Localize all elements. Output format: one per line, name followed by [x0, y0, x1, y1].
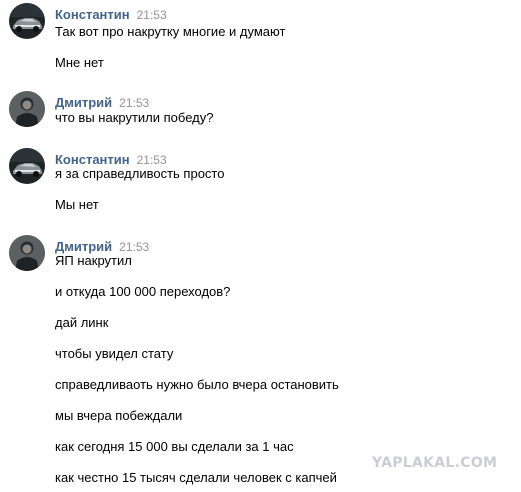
author-name[interactable]: Дмитрий — [55, 95, 112, 110]
message-time: 21:53 — [119, 240, 150, 254]
message-time: 21:53 — [119, 96, 150, 110]
message-text: чтобы увидел стату — [55, 346, 174, 361]
message-time: 21:53 — [136, 8, 167, 22]
message-time: 21:53 — [136, 153, 167, 167]
chat-history: Константин 21:53 Так вот про накрутку мно… — [0, 0, 521, 492]
message-text: мы вчера побеждали — [55, 408, 183, 423]
car-avatar-icon[interactable] — [9, 148, 45, 184]
author-name[interactable]: Константин — [55, 152, 130, 167]
message-text: Так вот про накрутку многие и думают — [55, 24, 286, 39]
message-header: Дмитрий 21:53 — [55, 95, 149, 111]
watermark-logo: YAPLAKAL.COM — [372, 455, 498, 471]
person-avatar-icon[interactable] — [9, 91, 45, 127]
message-text: справедливаоть нужно было вчера останови… — [55, 377, 339, 392]
author-name[interactable]: Дмитрий — [55, 239, 112, 254]
message-text: я за справедливость просто — [55, 166, 225, 181]
message-text: как честно 15 тысяч сделали человек с ка… — [55, 470, 337, 485]
message-text: Мы нет — [55, 197, 99, 212]
message-text: как сегодня 15 000 вы сделали за 1 час — [55, 439, 294, 454]
message-header: Константин 21:53 — [55, 7, 167, 23]
message-text: ЯП накрутил — [55, 253, 132, 268]
person-avatar-icon[interactable] — [9, 235, 45, 271]
message-text: дай линк — [55, 315, 109, 330]
message-text: и откуда 100 000 переходов? — [55, 284, 231, 299]
car-avatar-icon[interactable] — [9, 3, 45, 39]
message-text: что вы накрутили победу? — [55, 110, 214, 125]
message-text: Мне нет — [55, 55, 104, 70]
author-name[interactable]: Константин — [55, 7, 130, 22]
